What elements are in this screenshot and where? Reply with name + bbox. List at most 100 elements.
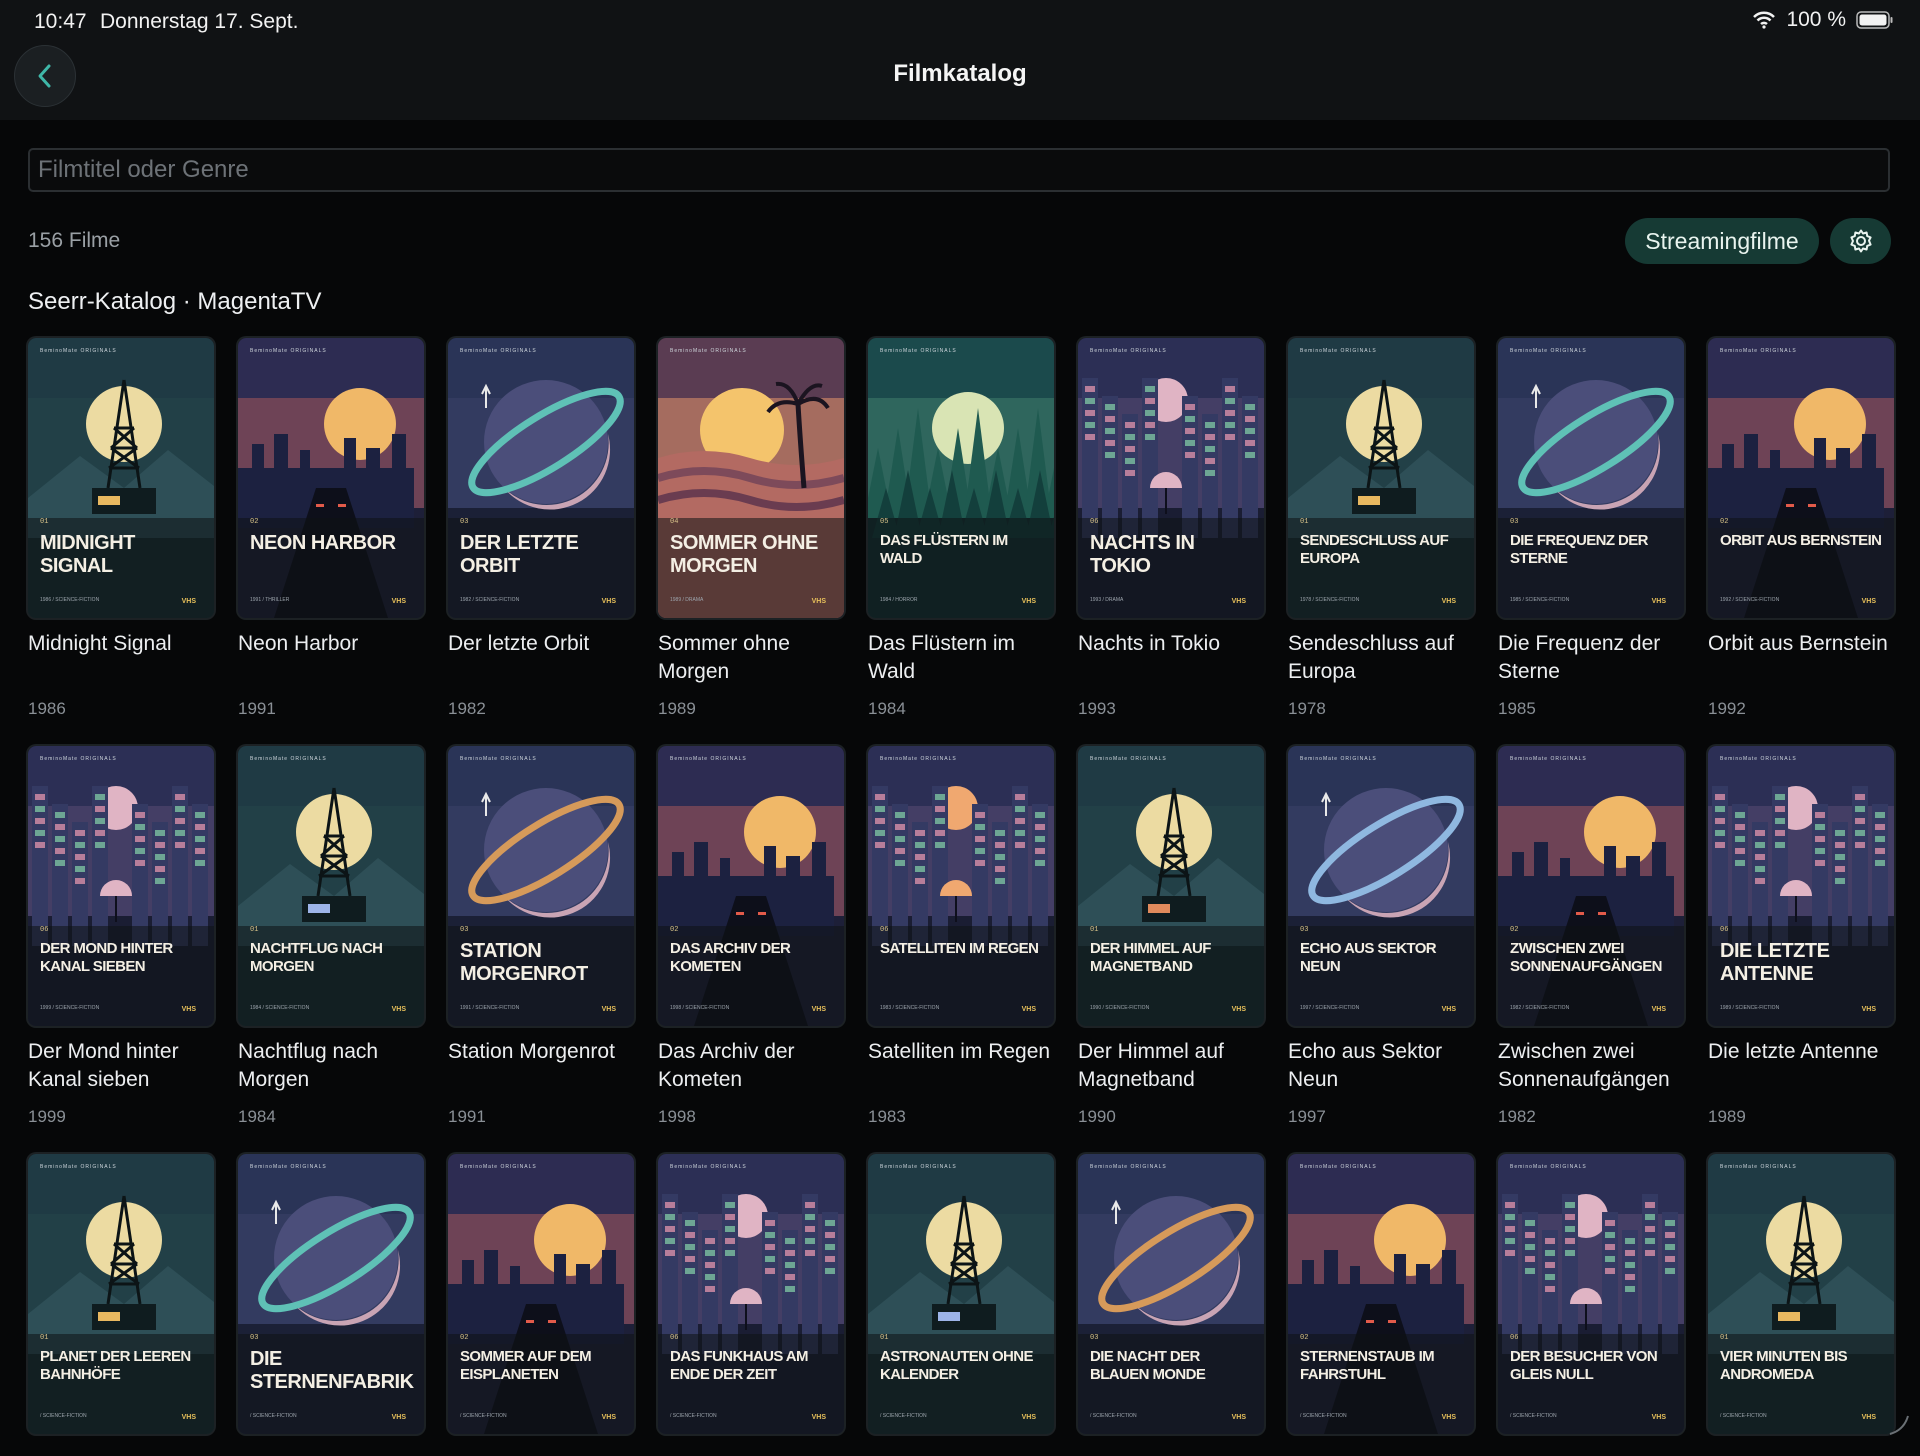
poster-title: SOMMER OHNE MORGEN	[670, 532, 818, 577]
movie-card[interactable]: BeminoMate ORIGINALS 02 DAS ARCHIV DER K…	[658, 746, 844, 1154]
poster-title: SOMMER AUF DEM EISPLANETEN	[460, 1348, 592, 1383]
movie-poster[interactable]: BeminoMate ORIGINALS 01 SENDESCHLUSS AUF…	[1288, 338, 1474, 618]
movie-card[interactable]: BeminoMate ORIGINALS 05 DAS FLÜSTERN IM …	[868, 338, 1054, 746]
settings-button[interactable]	[1830, 218, 1891, 264]
movie-poster[interactable]: BeminoMate ORIGINALS 06 DAS FUNKHAUS AM …	[658, 1154, 844, 1434]
movie-card[interactable]: BeminoMate ORIGINALS 01 MIDNIGHT SIGNAL …	[28, 338, 214, 746]
movie-card[interactable]: BeminoMate ORIGINALS 01 SENDESCHLUSS AUF…	[1288, 338, 1474, 746]
poster-title: DAS FLÜSTERN IM WALD	[880, 532, 1008, 567]
poster-title: DIE STERNENFABRIK	[250, 1348, 414, 1393]
movie-card[interactable]: BeminoMate ORIGINALS 02 STERNENSTAUB IM …	[1288, 1154, 1474, 1456]
movie-card[interactable]: BeminoMate ORIGINALS 06 SATELLITEN IM RE…	[868, 746, 1054, 1154]
poster-brand: BeminoMate ORIGINALS	[670, 348, 747, 354]
movie-card[interactable]: BeminoMate ORIGINALS 06 DER BESUCHER VON…	[1498, 1154, 1684, 1456]
poster-number: 03	[1090, 1334, 1099, 1342]
streaming-filter-button[interactable]: Streamingfilme	[1625, 218, 1819, 264]
movie-poster[interactable]: BeminoMate ORIGINALS 05 DAS FLÜSTERN IM …	[868, 338, 1054, 618]
poster-brand: BeminoMate ORIGINALS	[40, 1164, 117, 1170]
movie-card[interactable]: BeminoMate ORIGINALS 06 DER MOND HINTER …	[28, 746, 214, 1154]
movie-poster[interactable]: BeminoMate ORIGINALS 01 ASTRONAUTEN OHNE…	[868, 1154, 1054, 1434]
movie-card[interactable]: BeminoMate ORIGINALS 01 DER HIMMEL AUF M…	[1078, 746, 1264, 1154]
movie-year: 1998	[658, 1107, 696, 1126]
vhs-badge: VHS	[1021, 1006, 1036, 1013]
movie-poster[interactable]: BeminoMate ORIGINALS 06 DIE LETZTE ANTEN…	[1708, 746, 1894, 1026]
poster-brand: BeminoMate ORIGINALS	[670, 756, 747, 762]
movie-poster[interactable]: BeminoMate ORIGINALS 02 SOMMER AUF DEM E…	[448, 1154, 634, 1434]
movie-year: 1983	[868, 1107, 906, 1126]
poster-number: 03	[250, 1334, 259, 1342]
movie-card[interactable]: BeminoMate ORIGINALS 02 NEON HARBOR 1991…	[238, 338, 424, 746]
movie-poster[interactable]: BeminoMate ORIGINALS 06 DER BESUCHER VON…	[1498, 1154, 1684, 1434]
movie-poster[interactable]: BeminoMate ORIGINALS 01 MIDNIGHT SIGNAL …	[28, 338, 214, 618]
movie-poster[interactable]: BeminoMate ORIGINALS 02 DAS ARCHIV DER K…	[658, 746, 844, 1026]
poster-meta: / SCIENCE-FICTION	[40, 1413, 87, 1419]
movie-poster[interactable]: BeminoMate ORIGINALS 01 NACHTFLUG NACH M…	[238, 746, 424, 1026]
movie-poster[interactable]: BeminoMate ORIGINALS 01 DER HIMMEL AUF M…	[1078, 746, 1264, 1026]
vhs-badge: VHS	[1441, 598, 1456, 605]
movie-poster[interactable]: BeminoMate ORIGINALS 06 NACHTS IN TOKIO …	[1078, 338, 1264, 618]
movie-poster[interactable]: BeminoMate ORIGINALS 06 DER MOND HINTER …	[28, 746, 214, 1026]
movie-card[interactable]: BeminoMate ORIGINALS 04 SOMMER OHNE MORG…	[658, 338, 844, 746]
poster-meta: 1993 / DRAMA	[1090, 597, 1124, 603]
movie-card[interactable]: BeminoMate ORIGINALS 03 DER LETZTE ORBIT…	[448, 338, 634, 746]
movie-card[interactable]: BeminoMate ORIGINALS 03 DIE STERNENFABRI…	[238, 1154, 424, 1456]
movie-poster[interactable]: BeminoMate ORIGINALS 06 SATELLITEN IM RE…	[868, 746, 1054, 1026]
vhs-badge: VHS	[811, 1006, 826, 1013]
movie-poster[interactable]: BeminoMate ORIGINALS 01 VIER MINUTEN BIS…	[1708, 1154, 1894, 1434]
movie-title: Das Archiv der Kometen	[658, 1040, 795, 1091]
search-input[interactable]	[30, 150, 1904, 190]
search-field[interactable]	[28, 148, 1904, 192]
movie-poster[interactable]: BeminoMate ORIGINALS 03 ECHO AUS SEKTOR …	[1288, 746, 1474, 1026]
poster-meta: / SCIENCE-FICTION	[1090, 1413, 1137, 1419]
movie-card[interactable]: BeminoMate ORIGINALS 06 DAS FUNKHAUS AM …	[658, 1154, 844, 1456]
poster-brand: BeminoMate ORIGINALS	[880, 1164, 957, 1170]
poster-brand: BeminoMate ORIGINALS	[880, 348, 957, 354]
movie-card[interactable]: BeminoMate ORIGINALS 02 ORBIT AUS BERNST…	[1708, 338, 1894, 746]
movie-poster[interactable]: BeminoMate ORIGINALS 02 STERNENSTAUB IM …	[1288, 1154, 1474, 1434]
movie-card[interactable]: BeminoMate ORIGINALS 01 ASTRONAUTEN OHNE…	[868, 1154, 1054, 1456]
poster-title: VIER MINUTEN BIS ANDROMEDA	[1720, 1348, 1848, 1383]
movie-poster[interactable]: BeminoMate ORIGINALS 03 DER LETZTE ORBIT…	[448, 338, 634, 618]
poster-title: NACHTFLUG NACH MORGEN	[250, 940, 383, 975]
poster-brand: BeminoMate ORIGINALS	[250, 348, 327, 354]
movie-poster[interactable]: BeminoMate ORIGINALS 02 ORBIT AUS BERNST…	[1708, 338, 1894, 618]
poster-number: 02	[1510, 926, 1519, 934]
movie-poster[interactable]: BeminoMate ORIGINALS 03 DIE STERNENFABRI…	[238, 1154, 424, 1434]
poster-brand: BeminoMate ORIGINALS	[40, 756, 117, 762]
movie-card[interactable]: BeminoMate ORIGINALS 06 DIE LETZTE ANTEN…	[1708, 746, 1894, 1154]
movie-card[interactable]: BeminoMate ORIGINALS 03 DIE FREQUENZ DER…	[1498, 338, 1684, 746]
movie-card[interactable]: BeminoMate ORIGINALS 06 NACHTS IN TOKIO …	[1078, 338, 1264, 746]
movie-title: Midnight Signal	[28, 632, 172, 655]
poster-brand: BeminoMate ORIGINALS	[1090, 348, 1167, 354]
vhs-badge: VHS	[601, 1414, 616, 1421]
movie-card[interactable]: BeminoMate ORIGINALS 01 PLANET DER LEERE…	[28, 1154, 214, 1456]
movie-poster[interactable]: BeminoMate ORIGINALS 01 PLANET DER LEERE…	[28, 1154, 214, 1434]
movie-card[interactable]: BeminoMate ORIGINALS 02 ZWISCHEN ZWEI SO…	[1498, 746, 1684, 1154]
movie-card[interactable]: BeminoMate ORIGINALS 01 NACHTFLUG NACH M…	[238, 746, 424, 1154]
vhs-badge: VHS	[1861, 598, 1876, 605]
vhs-badge: VHS	[391, 1414, 406, 1421]
vhs-badge: VHS	[1231, 598, 1246, 605]
movie-card[interactable]: BeminoMate ORIGINALS 03 DIE NACHT DER BL…	[1078, 1154, 1264, 1456]
movie-title: Zwischen zwei Sonnenaufgängen	[1498, 1040, 1670, 1091]
movie-card[interactable]: BeminoMate ORIGINALS 03 STATION MORGENRO…	[448, 746, 634, 1154]
movie-card[interactable]: BeminoMate ORIGINALS 01 VIER MINUTEN BIS…	[1708, 1154, 1894, 1456]
movie-poster[interactable]: BeminoMate ORIGINALS 03 STATION MORGENRO…	[448, 746, 634, 1026]
movie-poster[interactable]: BeminoMate ORIGINALS 03 DIE FREQUENZ DER…	[1498, 338, 1684, 618]
poster-title: MIDNIGHT SIGNAL	[40, 532, 135, 577]
movie-year: 1991	[238, 699, 276, 718]
poster-meta: / SCIENCE-FICTION	[1510, 1413, 1557, 1419]
poster-number: 01	[1720, 1334, 1729, 1342]
poster-number: 03	[460, 926, 469, 934]
movie-title: Der Himmel auf Magnetband	[1078, 1040, 1224, 1091]
movie-card[interactable]: BeminoMate ORIGINALS 03 ECHO AUS SEKTOR …	[1288, 746, 1474, 1154]
movie-poster[interactable]: BeminoMate ORIGINALS 02 ZWISCHEN ZWEI SO…	[1498, 746, 1684, 1026]
movie-poster[interactable]: BeminoMate ORIGINALS 02 NEON HARBOR 1991…	[238, 338, 424, 618]
movie-poster[interactable]: BeminoMate ORIGINALS 03 DIE NACHT DER BL…	[1078, 1154, 1264, 1434]
movie-poster[interactable]: BeminoMate ORIGINALS 04 SOMMER OHNE MORG…	[658, 338, 844, 618]
poster-title: DER LETZTE ORBIT	[460, 532, 579, 577]
poster-number: 01	[40, 518, 49, 526]
movie-card[interactable]: BeminoMate ORIGINALS 02 SOMMER AUF DEM E…	[448, 1154, 634, 1456]
gear-icon	[1849, 229, 1872, 253]
poster-title: PLANET DER LEEREN BAHNHÖFE	[40, 1348, 191, 1383]
